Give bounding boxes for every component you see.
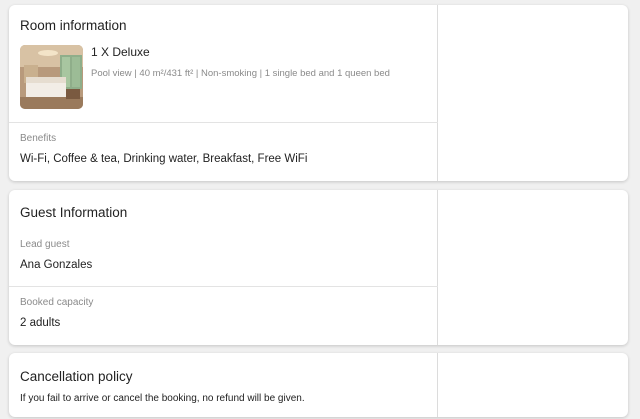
guest-information-card: Guest Information Lead guest Ana Gonzale… (9, 190, 628, 345)
lead-guest-value: Ana Gonzales (20, 259, 93, 271)
cancellation-policy-text: If you fail to arrive or cancel the book… (20, 393, 305, 404)
booked-capacity-value: 2 adults (20, 317, 61, 329)
benefits-value: Wi-Fi, Coffee & tea, Drinking water, Bre… (20, 153, 308, 165)
cancellation-policy-title: Cancellation policy (20, 369, 133, 384)
room-photo-image (20, 45, 83, 109)
room-description: Pool view | 40 m²/431 ft² | Non-smoking … (91, 68, 390, 79)
benefits-label: Benefits (20, 133, 57, 144)
room-information-title: Room information (20, 18, 127, 33)
cancellation-policy-card: Cancellation policy If you fail to arriv… (9, 353, 628, 417)
room-name: 1 X Deluxe (91, 45, 150, 59)
guest-information-panel: Guest Information Lead guest Ana Gonzale… (9, 190, 438, 345)
lead-guest-label: Lead guest (20, 239, 70, 250)
divider (9, 122, 438, 123)
room-photo[interactable] (20, 45, 83, 109)
room-information-panel: Room information 1 X Deluxe Pool view | … (9, 5, 438, 181)
room-information-card: Room information 1 X Deluxe Pool view | … (9, 5, 628, 181)
cancellation-policy-panel: Cancellation policy If you fail to arriv… (9, 353, 438, 417)
divider (9, 286, 438, 287)
booked-capacity-label: Booked capacity (20, 297, 94, 308)
guest-information-title: Guest Information (20, 205, 128, 220)
